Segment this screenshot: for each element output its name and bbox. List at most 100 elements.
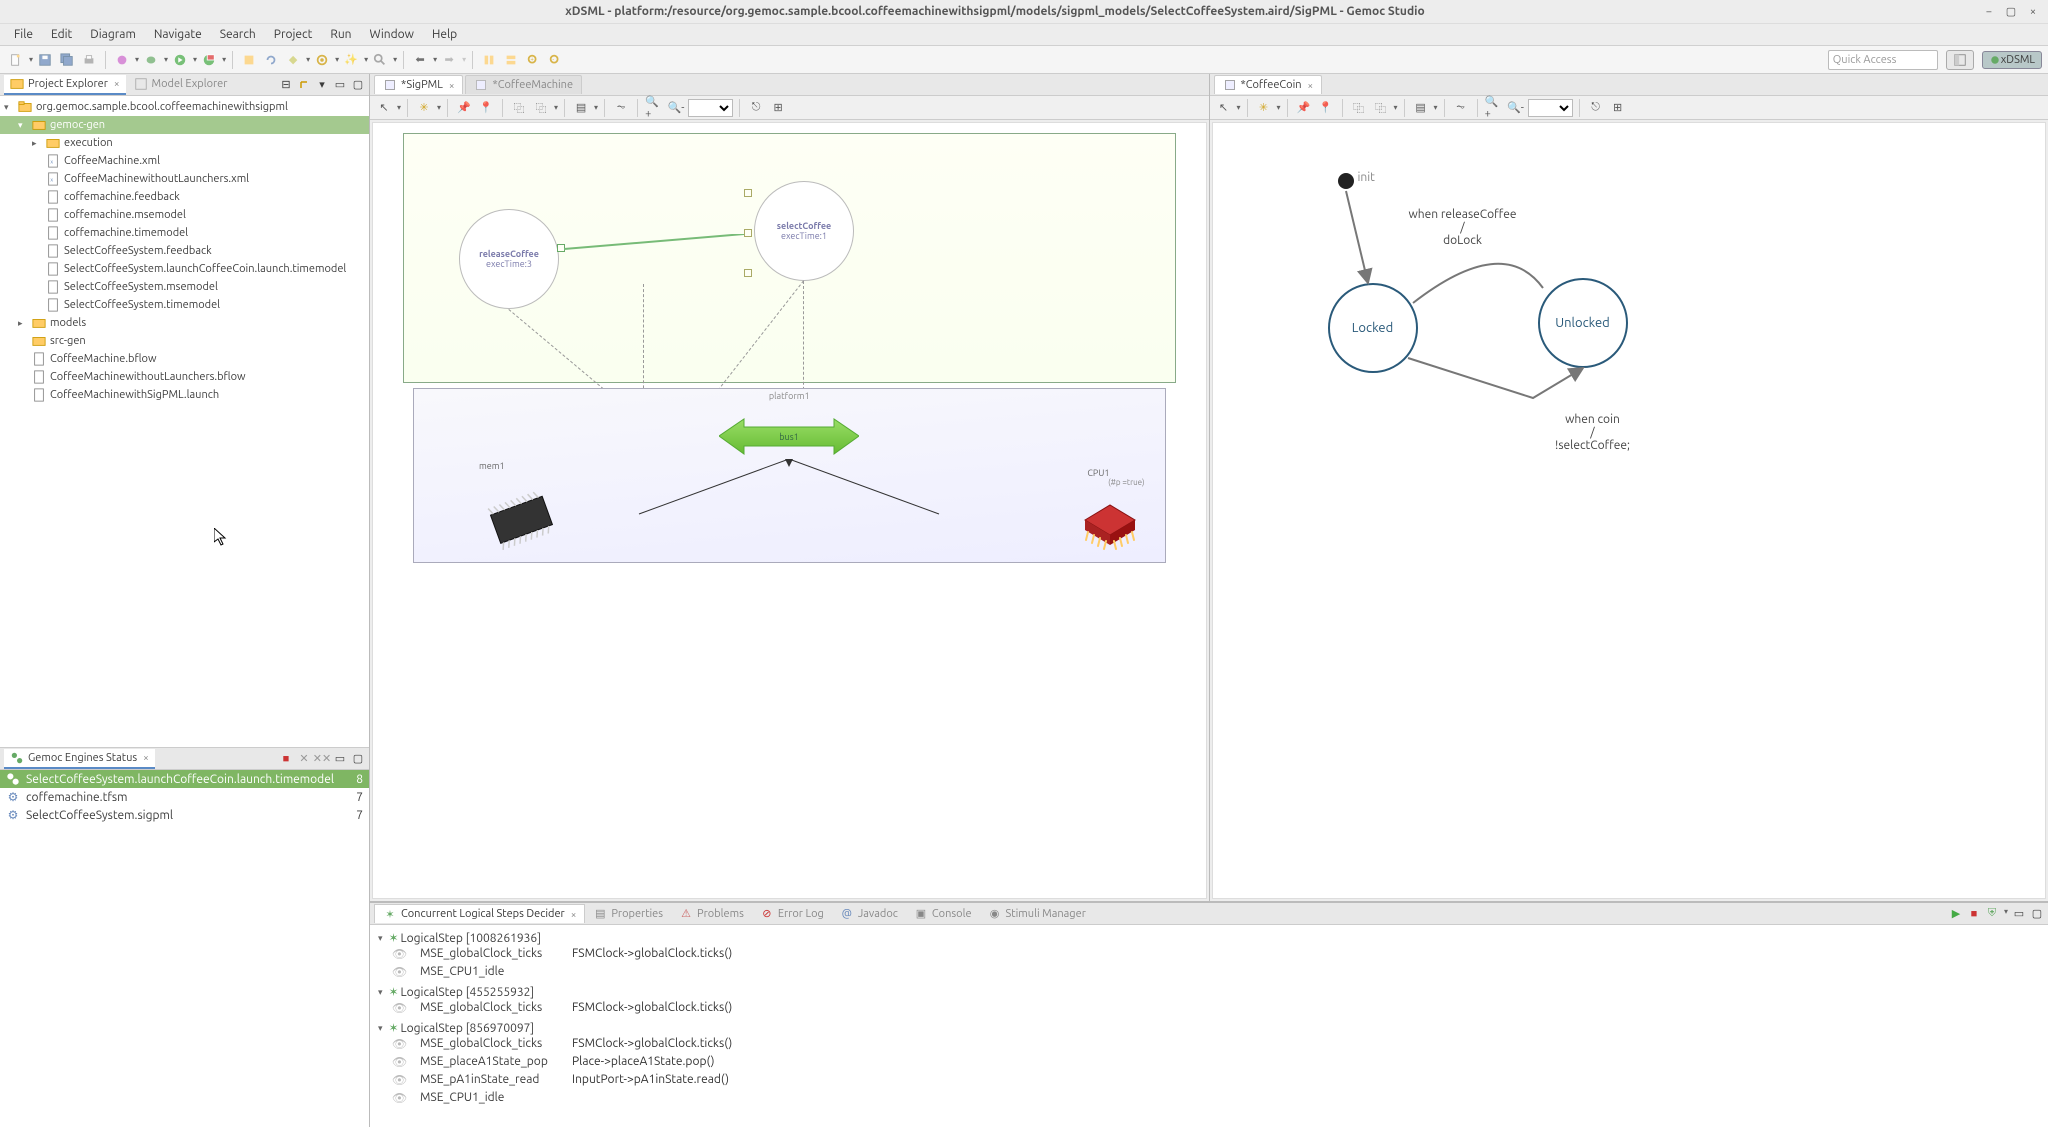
project-explorer-tree[interactable]: ▾org.gemoc.sample.bcool.coffeemachinewit… bbox=[0, 96, 369, 747]
tree-file[interactable]: CoffeeMachine.bflow bbox=[0, 350, 369, 368]
view-menu-icon[interactable]: ▾ bbox=[315, 78, 329, 92]
remove-icon[interactable]: ✕ bbox=[297, 752, 311, 766]
cursor-icon[interactable]: ↖ bbox=[1215, 99, 1233, 117]
yellow-icon[interactable]: ◆ bbox=[284, 51, 302, 69]
zoom-in-icon[interactable]: + bbox=[524, 51, 542, 69]
build-icon[interactable] bbox=[113, 51, 131, 69]
new-icon[interactable] bbox=[7, 51, 25, 69]
bus-arrow[interactable]: bus1 bbox=[719, 414, 859, 462]
menu-diagram[interactable]: Diagram bbox=[82, 26, 144, 43]
stop-icon[interactable]: ■ bbox=[279, 752, 293, 766]
xdsml-perspective-button[interactable]: xDSML bbox=[1982, 51, 2042, 69]
sigpml-platform-container[interactable]: platform1 mem1 CPU1 (#p =true) bus1 bbox=[413, 388, 1166, 563]
external-tools-icon[interactable] bbox=[200, 51, 218, 69]
zoom-in-icon[interactable]: 🔍+ bbox=[1485, 99, 1503, 117]
errorlog-tab[interactable]: ⊘Error Log bbox=[752, 905, 832, 923]
menu-help[interactable]: Help bbox=[424, 26, 465, 43]
menu-project[interactable]: Project bbox=[266, 26, 321, 43]
mem-chip[interactable] bbox=[479, 490, 564, 550]
link-editor-icon[interactable] bbox=[297, 78, 311, 92]
stimuli-tab[interactable]: ◉Stimuli Manager bbox=[980, 905, 1094, 923]
coffeecoin-canvas[interactable]: init Locked Unlocked when releaseCoffee … bbox=[1212, 122, 2047, 899]
save-icon[interactable] bbox=[36, 51, 54, 69]
layer-icon[interactable]: ▤ bbox=[1412, 99, 1430, 117]
selectCoffee-node[interactable]: selectCoffee execTime:1 bbox=[754, 181, 854, 281]
zoom-in-icon[interactable]: 🔍+ bbox=[645, 99, 663, 117]
engine-row[interactable]: ⚙ coffemachine.tfsm 7 bbox=[0, 788, 369, 806]
menu-run[interactable]: Run bbox=[322, 26, 359, 43]
new-dropdown[interactable]: ▾ bbox=[29, 55, 33, 64]
maximize-view-icon[interactable]: ▢ bbox=[2030, 907, 2044, 921]
minimize-view-icon[interactable]: ▭ bbox=[333, 752, 347, 766]
releaseCoffee-node[interactable]: releaseCoffee execTime:3 bbox=[459, 209, 559, 309]
zoom-out-icon[interactable]: 🔍- bbox=[667, 99, 685, 117]
tree-gemoc-gen[interactable]: ▾gemoc-gen bbox=[0, 116, 369, 134]
print-icon[interactable] bbox=[80, 51, 98, 69]
menu-navigate[interactable]: Navigate bbox=[146, 26, 210, 43]
problems-tab[interactable]: ⚠Problems bbox=[671, 905, 752, 923]
update-icon[interactable] bbox=[262, 51, 280, 69]
mse-row[interactable]: 👁MSE_CPU1_idle bbox=[378, 965, 2040, 983]
quick-access-input[interactable]: Quick Access bbox=[1828, 50, 1938, 70]
new-plugin-icon[interactable] bbox=[240, 51, 258, 69]
zoom-out-icon[interactable]: 🔍- bbox=[1507, 99, 1525, 117]
close-icon[interactable]: × bbox=[114, 78, 120, 89]
tree-file[interactable]: CoffeeMachinewithSigPML.launch bbox=[0, 386, 369, 404]
export-icon[interactable]: ⎋ bbox=[1587, 99, 1605, 117]
port[interactable] bbox=[744, 229, 752, 237]
mse-row[interactable]: 👁MSE_globalClock_ticksFSMClock->globalCl… bbox=[378, 947, 2040, 965]
stop-icon[interactable]: ■ bbox=[1967, 907, 1981, 921]
tree-file[interactable]: coffemachine.timemodel bbox=[0, 224, 369, 242]
coffeecoin-tab[interactable]: *CoffeeCoin × bbox=[1214, 75, 1323, 94]
steps-tree[interactable]: ▾✶LogicalStep [1008261936]👁MSE_globalClo… bbox=[370, 925, 2048, 1127]
properties-tab[interactable]: ▤Properties bbox=[585, 905, 671, 923]
nav-forward-icon[interactable]: ➡ bbox=[440, 51, 458, 69]
tree-file[interactable]: SelectCoffeeSystem.feedback bbox=[0, 242, 369, 260]
tree-file[interactable]: xCoffeeMachine.xml bbox=[0, 152, 369, 170]
play-icon[interactable]: ▶ bbox=[1949, 907, 1963, 921]
close-icon[interactable]: × bbox=[449, 80, 455, 91]
mse-row[interactable]: 👁MSE_pA1inState_readInputPort->pA1inStat… bbox=[378, 1073, 2040, 1091]
paste-layout-icon[interactable]: ⿻ bbox=[1372, 99, 1390, 117]
remove-all-icon[interactable]: ✕✕ bbox=[315, 752, 329, 766]
logical-step[interactable]: ▾✶LogicalStep [1008261936] bbox=[378, 929, 2040, 947]
cursor-icon[interactable]: ↖ bbox=[375, 99, 393, 117]
logical-step[interactable]: ▾✶LogicalStep [856970097] bbox=[378, 1019, 2040, 1037]
copy-layout-icon[interactable]: ⿻ bbox=[1350, 99, 1368, 117]
port[interactable] bbox=[744, 269, 752, 277]
unlocked-state[interactable]: Unlocked bbox=[1538, 278, 1628, 368]
locked-state[interactable]: Locked bbox=[1328, 283, 1418, 373]
zoom-select[interactable] bbox=[688, 99, 733, 117]
save-all-icon[interactable] bbox=[58, 51, 76, 69]
mse-row[interactable]: 👁MSE_globalClock_ticksFSMClock->globalCl… bbox=[378, 1001, 2040, 1019]
unpin-icon[interactable]: 📍 bbox=[477, 99, 495, 117]
tree-file[interactable]: SelectCoffeeSystem.launchCoffeeCoin.laun… bbox=[0, 260, 369, 278]
mse-row[interactable]: 👁MSE_CPU1_idle bbox=[378, 1091, 2040, 1109]
perspective-toggle[interactable] bbox=[1946, 50, 1974, 70]
close-icon[interactable]: × bbox=[1308, 80, 1314, 91]
copy-layout-icon[interactable]: ⿻ bbox=[510, 99, 528, 117]
sigpml-top-container[interactable]: releaseCoffee execTime:3 selectCoffee ex… bbox=[403, 133, 1176, 383]
tree-models[interactable]: ▸models bbox=[0, 314, 369, 332]
tree-file[interactable]: CoffeeMachinewithoutLaunchers.bflow bbox=[0, 368, 369, 386]
pin-icon[interactable] bbox=[480, 51, 498, 69]
pin-icon[interactable]: 📌 bbox=[455, 99, 473, 117]
menu-window[interactable]: Window bbox=[362, 26, 422, 43]
minimize-view-icon[interactable]: ▭ bbox=[2012, 907, 2026, 921]
decider-tab[interactable]: ✶ Concurrent Logical Steps Decider × bbox=[374, 904, 585, 923]
tree-file[interactable]: SelectCoffeeSystem.msemodel bbox=[0, 278, 369, 296]
zoom-out-icon[interactable]: - bbox=[546, 51, 564, 69]
collapse-all-icon[interactable]: ⊟ bbox=[279, 78, 293, 92]
maximize-view-icon[interactable]: ▢ bbox=[351, 78, 365, 92]
sigpml-canvas[interactable]: releaseCoffee execTime:3 selectCoffee ex… bbox=[372, 122, 1207, 899]
tree-file[interactable]: coffemachine.msemodel bbox=[0, 206, 369, 224]
zoom-select[interactable] bbox=[1528, 99, 1573, 117]
engines-tab[interactable]: Gemoc Engines Status × bbox=[4, 749, 155, 769]
nav-back-icon[interactable]: ⬅ bbox=[411, 51, 429, 69]
layout-icon[interactable]: ⊞ bbox=[769, 99, 787, 117]
menu-edit[interactable]: Edit bbox=[43, 26, 80, 43]
project-explorer-tab[interactable]: Project Explorer × bbox=[4, 75, 126, 95]
filter-icon[interactable]: ⏦ bbox=[1452, 99, 1470, 117]
search-icon[interactable] bbox=[371, 51, 389, 69]
coffeemachine-tab[interactable]: *CoffeeMachine bbox=[465, 75, 582, 94]
